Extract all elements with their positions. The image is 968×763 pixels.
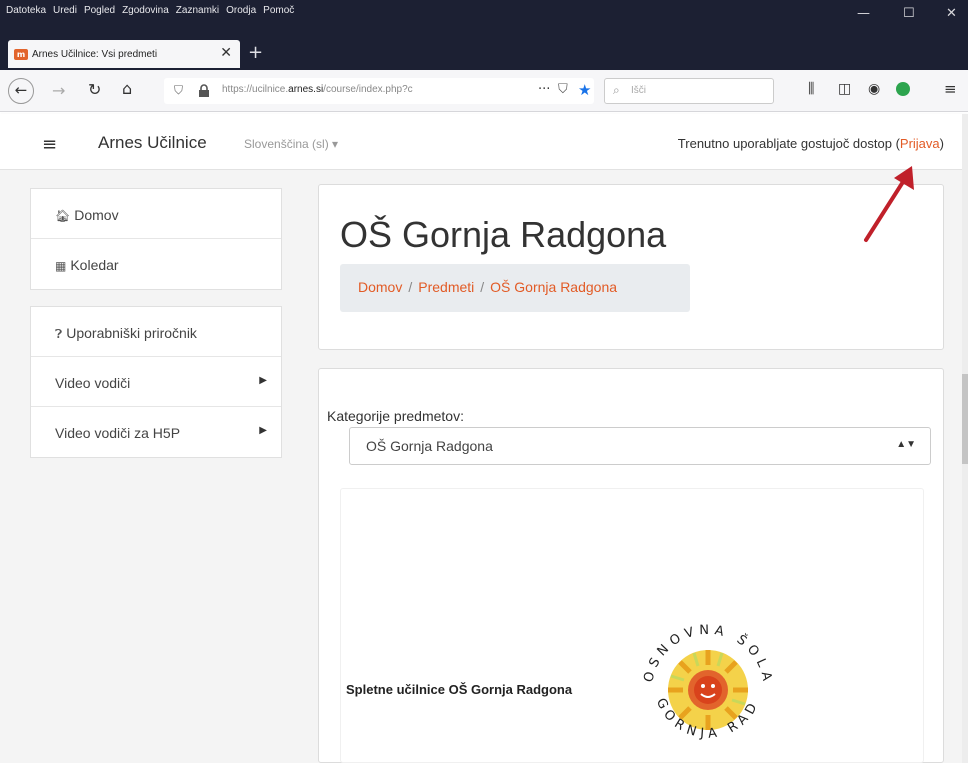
url-path: /course/index.php?c: [323, 84, 413, 95]
account-icon[interactable]: ◉: [868, 81, 880, 97]
sidebar-item-label: Uporabniški priročnik: [66, 325, 197, 341]
calendar-icon: ▦: [55, 259, 67, 273]
breadcrumb-separator: /: [408, 279, 413, 295]
library-icon[interactable]: ⫼: [808, 81, 814, 97]
home-button[interactable]: ⌂: [122, 79, 132, 98]
sidebar-item-home[interactable]: 🏠︎ Domov: [31, 189, 281, 239]
hamburger-menu-icon[interactable]: ≡: [42, 134, 57, 155]
navigation-toolbar: ← → ↻ ⌂ ⛉ https://ucilnice.arnes.si/cour…: [0, 70, 968, 112]
category-selected-value: OŠ Gornja Radgona: [366, 438, 493, 454]
minimize-button[interactable]: —: [857, 6, 870, 21]
home-icon: 🏠︎: [55, 209, 71, 223]
bookmark-star-icon[interactable]: ★: [578, 81, 591, 99]
browser-titlebar: Datoteka Uredi Pogled Zgodovina Zaznamki…: [0, 0, 968, 38]
school-logo-icon: OSNOVNA ŠOLA GORNJA RADGONA: [628, 610, 770, 742]
sidebar-item-label: Koledar: [70, 257, 119, 273]
category-label: Kategorije predmetov:: [327, 408, 464, 424]
breadcrumb-current[interactable]: OŠ Gornja Radgona: [490, 279, 617, 295]
menu-item-file[interactable]: Datoteka: [6, 5, 46, 16]
breadcrumb-courses[interactable]: Predmeti: [418, 279, 474, 295]
search-bar[interactable]: ⌕ Išči: [604, 78, 774, 104]
sidebar-item-calendar[interactable]: ▦ Koledar: [31, 239, 281, 289]
address-bar[interactable]: ⛉ https://ucilnice.arnes.si/course/index…: [164, 78, 594, 104]
menu-icon[interactable]: ≡: [944, 80, 957, 98]
menu-item-tools[interactable]: Orodja: [226, 5, 256, 16]
category-select[interactable]: OŠ Gornja Radgona ▲▼: [349, 427, 931, 465]
url-prefix: https://ucilnice.: [222, 84, 289, 95]
url-domain: arnes.si: [288, 84, 324, 95]
sidebar-icon[interactable]: ◫: [838, 81, 851, 97]
new-tab-button[interactable]: +: [248, 42, 263, 63]
caret-right-icon: ▶: [259, 425, 267, 436]
menu-item-help[interactable]: Pomoč: [263, 5, 294, 16]
search-icon: ⌕: [613, 83, 620, 97]
browser-tab[interactable]: m Arnes Učilnice: Vsi predmeti ✕: [8, 40, 240, 68]
shield-icon[interactable]: ⛉: [174, 83, 183, 98]
guest-access-notice: Trenutno uporabljate gostujoč dostop (Pr…: [678, 136, 944, 151]
tab-close-icon[interactable]: ✕: [220, 45, 232, 61]
tab-title: Arnes Učilnice: Vsi predmeti: [32, 48, 158, 60]
breadcrumb-home[interactable]: Domov: [358, 279, 402, 295]
back-button[interactable]: ←: [8, 78, 34, 104]
extension-icon[interactable]: [896, 82, 910, 96]
language-selector[interactable]: Slovenščina (sl) ▾: [244, 137, 338, 151]
page-title: OŠ Gornja Radgona: [340, 214, 667, 255]
sidebar-item-label: Domov: [74, 207, 119, 223]
annotation-arrow-icon: [864, 166, 914, 242]
page-actions-icon[interactable]: ···: [538, 82, 550, 97]
guest-text-suffix: ): [939, 136, 944, 151]
guest-text: Trenutno uporabljate gostujoč dostop (: [677, 136, 900, 151]
breadcrumb-separator: /: [480, 279, 485, 295]
reload-button[interactable]: ↻: [88, 80, 101, 99]
site-brand[interactable]: Arnes Učilnice: [98, 133, 207, 153]
forward-button[interactable]: →: [52, 81, 65, 100]
sidebar-item-user-manual[interactable]: ❓︎ Uporabniški priročnik: [31, 307, 281, 357]
lock-icon: [199, 84, 209, 97]
scrollbar-thumb[interactable]: [962, 374, 968, 464]
sidebar-item-label: Video vodiči za H5P: [55, 425, 181, 441]
menu-item-edit[interactable]: Uredi: [53, 5, 77, 16]
sidebar-item-video-guides[interactable]: Video vodiči ▶: [31, 357, 281, 407]
select-updown-icon: ▲▼: [896, 439, 916, 450]
maximize-button[interactable]: ☐: [903, 6, 915, 21]
menu-item-bookmarks[interactable]: Zaznamki: [176, 5, 219, 16]
sidebar-nav-primary: 🏠︎ Domov ▦ Koledar: [30, 188, 282, 290]
pocket-icon[interactable]: ⛉: [558, 82, 568, 97]
breadcrumb: Domov / Predmeti / OŠ Gornja Radgona: [340, 264, 690, 312]
help-icon: ❓︎: [55, 327, 63, 341]
browser-menubar: Datoteka Uredi Pogled Zgodovina Zaznamki…: [6, 5, 301, 16]
moodle-header: ≡ Arnes Učilnice Slovenščina (sl) ▾ Tren…: [0, 114, 968, 170]
login-link[interactable]: Prijava: [900, 136, 940, 151]
sidebar-item-video-guides-h5p[interactable]: Video vodiči za H5P ▶: [31, 407, 281, 457]
site-name: Spletne učilnice OŠ Gornja Radgona: [346, 682, 573, 697]
moodle-favicon-icon: m: [14, 48, 28, 60]
sidebar-item-label: Video vodiči: [55, 375, 131, 391]
caret-right-icon: ▶: [259, 375, 267, 386]
search-placeholder: Išči: [631, 85, 646, 96]
close-window-button[interactable]: ✕: [946, 6, 957, 21]
menu-item-history[interactable]: Zgodovina: [122, 5, 169, 16]
url-text: https://ucilnice.arnes.si/course/index.p…: [222, 84, 413, 95]
sidebar-nav-secondary: ❓︎ Uporabniški priročnik Video vodiči ▶ Vi…: [30, 306, 282, 458]
menu-item-view[interactable]: Pogled: [84, 5, 115, 16]
